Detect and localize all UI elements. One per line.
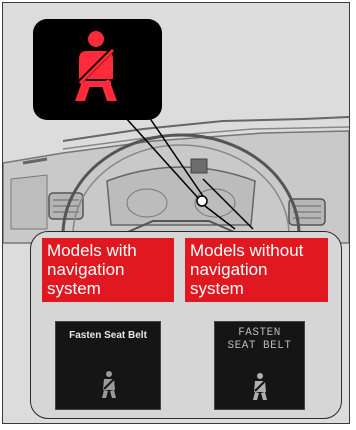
with-navigation-line: Models with [47,241,137,260]
navigation-display: Fasten Seat Belt [55,321,161,410]
seat-belt-icon [102,371,116,398]
seat-belt-reminder-icon [75,31,117,101]
fasten-seat-belt-message: Fasten Seat Belt [69,330,147,341]
seat-belt-icon [253,373,267,400]
illustration-frame: Models with navigation system Models wit… [2,2,350,424]
seat-belt-callout [33,19,162,120]
without-navigation-line: Models without [190,241,304,260]
message-line: FASTEN [238,327,281,339]
without-navigation-line: navigation [190,260,268,279]
fasten-seat-belt-message: FASTEN SEAT BELT [215,327,304,353]
without-navigation-label: Models without navigation system [185,238,328,302]
without-navigation-line: system [190,279,244,298]
message-line: SEAT BELT [227,340,292,352]
with-navigation-line: navigation [47,260,125,279]
non-navigation-display: FASTEN SEAT BELT [214,321,305,410]
with-navigation-label: Models with navigation system [42,238,174,302]
with-navigation-line: system [47,279,101,298]
